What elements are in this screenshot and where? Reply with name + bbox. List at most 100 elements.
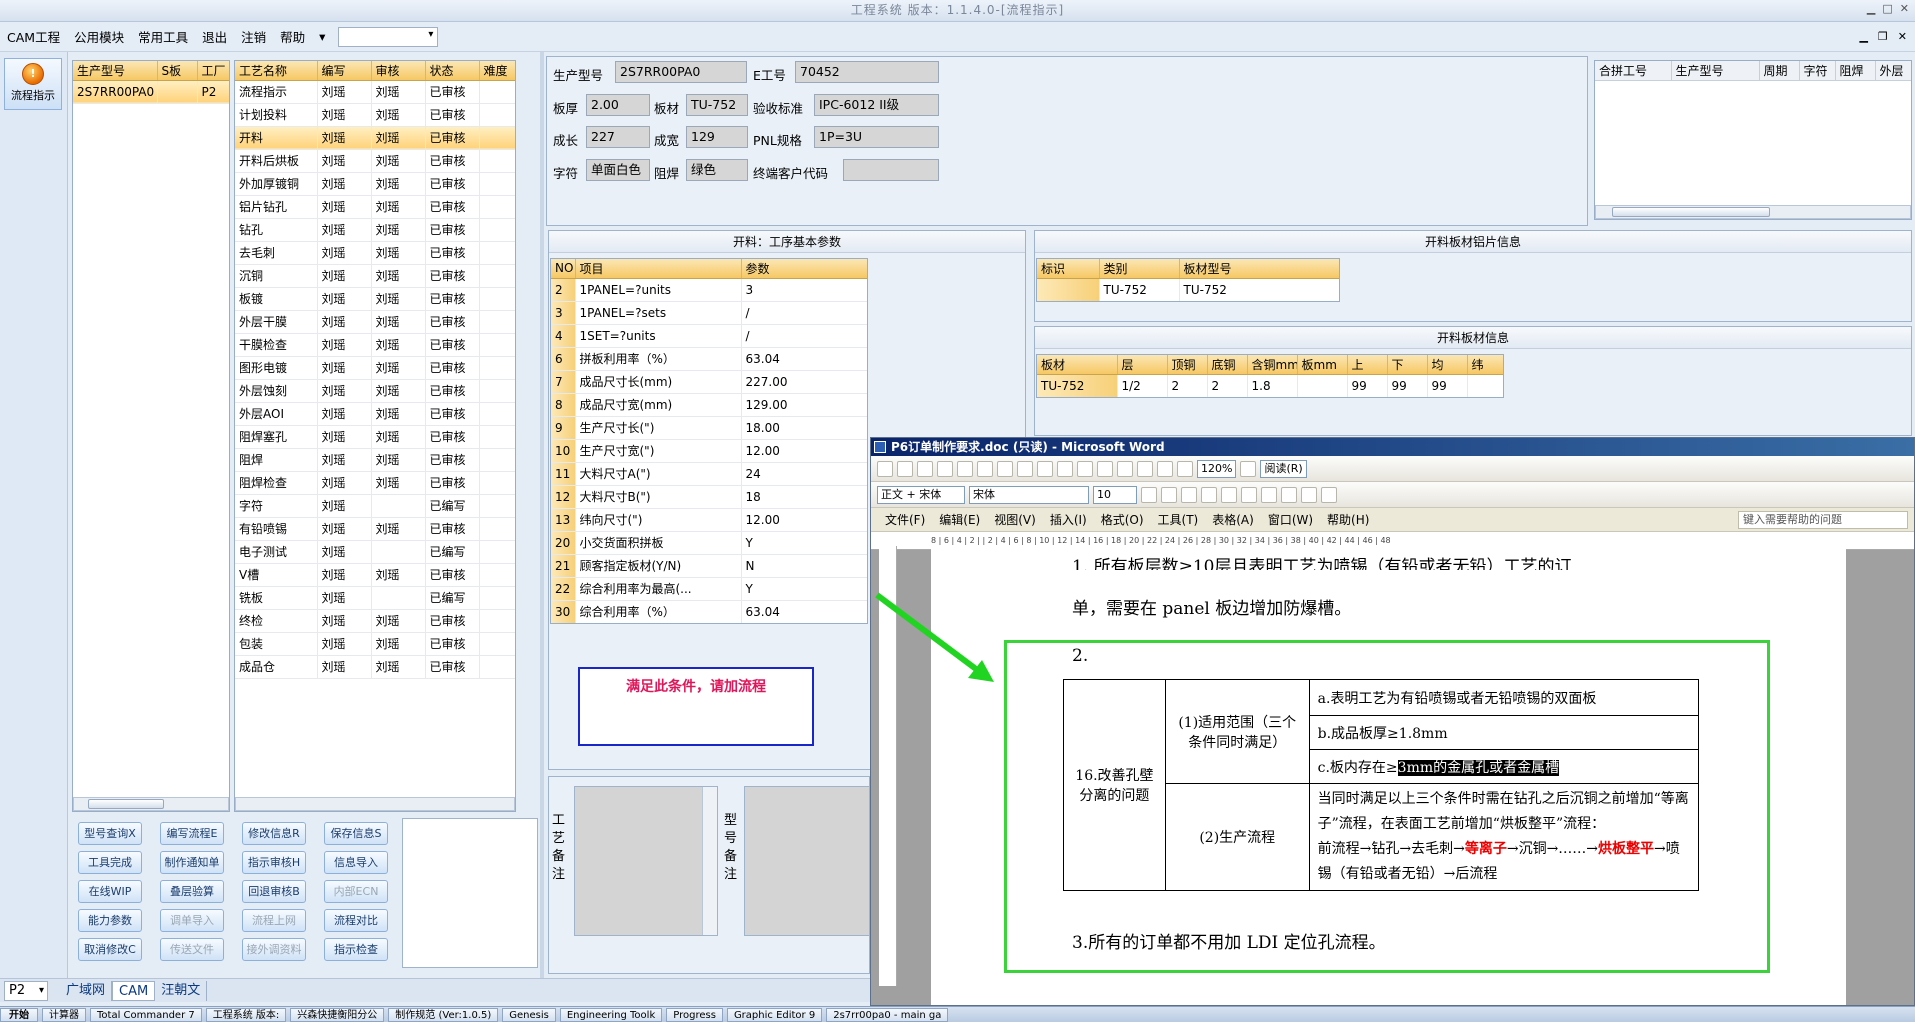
status-tab-cam[interactable]: CAM [112, 980, 156, 1001]
action-button-6[interactable]: 指示审核H [242, 851, 306, 874]
sheet-col-1[interactable]: 类别 [1099, 259, 1180, 279]
new-doc-icon[interactable] [877, 460, 893, 477]
table-row[interactable]: 去毛刺 刘瑶 刘瑶 已审核 [235, 241, 515, 265]
params-col-item[interactable]: 项目 [575, 259, 742, 279]
process-remark-box[interactable] [574, 786, 718, 936]
menu-tools[interactable]: 常用工具 [131, 27, 195, 46]
mask-field[interactable]: 绿色 [686, 159, 748, 181]
menu-cam[interactable]: CAM工程 [0, 27, 67, 46]
table-row[interactable]: 12 大料尺寸B(") 18 [551, 485, 867, 509]
table-row[interactable]: 图形电镀 刘瑶 刘瑶 已审核 [235, 356, 515, 380]
width-field[interactable]: 129 [686, 126, 748, 148]
table-row[interactable]: 11 大料尺寸A(") 24 [551, 462, 867, 486]
sheet-col-2[interactable]: 板材型号 [1179, 259, 1339, 279]
table-row[interactable]: 7 成品尺寸长(mm) 227.00 [551, 370, 867, 394]
table-row[interactable]: V槽 刘瑶 刘瑶 已审核 [235, 563, 515, 587]
menu-exit[interactable]: 退出 [195, 27, 234, 46]
table-row[interactable]: TU-752 TU-752 [1037, 278, 1339, 301]
standard-field[interactable]: IPC-6012 II级 [814, 94, 939, 116]
status-combo[interactable]: P2 [4, 980, 48, 1001]
merge-col-0[interactable]: 合拼工号 [1595, 61, 1672, 81]
maximize-icon[interactable]: □ [1882, 2, 1892, 15]
table-row[interactable]: 3 1PANEL=?sets / [551, 301, 867, 325]
params-col-value[interactable]: 参数 [741, 259, 867, 279]
word-menu-edit[interactable]: 编辑(E) [939, 511, 980, 528]
open-icon[interactable] [897, 460, 913, 477]
save-icon[interactable] [917, 460, 933, 477]
action-button-18[interactable]: 接外调资料 [242, 938, 306, 961]
action-button-2[interactable]: 修改信息R [242, 822, 306, 845]
table-row[interactable]: 开料 刘瑶 刘瑶 已审核 [235, 126, 515, 150]
taskbar-item-5[interactable]: Genesis [502, 1007, 556, 1022]
table-row[interactable]: 钻孔 刘瑶 刘瑶 已审核 [235, 218, 515, 242]
print-icon[interactable] [957, 460, 973, 477]
part-grid-hscroll[interactable] [73, 797, 229, 811]
word-menu-help[interactable]: 帮助(H) [1327, 511, 1369, 528]
paste-icon[interactable] [1057, 460, 1073, 477]
table-row[interactable]: 22 综合利用率为最高(... Y [551, 577, 867, 601]
underline-icon[interactable] [1181, 486, 1197, 503]
action-button-11[interactable]: 内部ECN [324, 880, 388, 903]
spell-icon[interactable] [997, 460, 1013, 477]
action-button-15[interactable]: 流程对比 [324, 909, 388, 932]
taskbar-item-1[interactable]: Total Commander 7 [90, 1007, 202, 1022]
board-col-0[interactable]: 板材 [1037, 355, 1118, 375]
menu-logout[interactable]: 注销 [234, 27, 273, 46]
board-col-4[interactable]: 含铜mm [1247, 355, 1298, 375]
merge-grid[interactable]: 合拼工号 生产型号 周期 字符 阻焊 外层 [1594, 60, 1912, 220]
status-tab-user[interactable]: 汪朝文 [155, 980, 208, 1001]
table-row[interactable]: 2 1PANEL=?units 3 [551, 278, 867, 302]
taskbar-item-3[interactable]: 兴森快捷衡阳分公 [290, 1007, 385, 1022]
word-menu-view[interactable]: 视图(V) [994, 511, 1036, 528]
word-help-search[interactable]: 键入需要帮助的问题 [1738, 510, 1908, 529]
menu-dropdown-arrow[interactable]: ▾ [312, 29, 332, 44]
merge-col-3[interactable]: 字符 [1799, 61, 1836, 81]
table-row[interactable]: 外层AOI 刘瑶 刘瑶 已审核 [235, 402, 515, 426]
status-tab-wan[interactable]: 广域网 [60, 980, 113, 1001]
action-button-3[interactable]: 保存信息S [324, 822, 388, 845]
preview-icon[interactable] [977, 460, 993, 477]
table-row[interactable]: 外加厚镀铜 刘瑶 刘瑶 已审核 [235, 172, 515, 196]
merge-col-2[interactable]: 周期 [1759, 61, 1800, 81]
taskbar-item-7[interactable]: Progress [666, 1007, 723, 1022]
menu-combo[interactable] [338, 26, 439, 47]
help-icon[interactable] [1240, 460, 1257, 477]
part-no-field[interactable]: 2S7RR00PA0 [615, 61, 747, 83]
merge-col-5[interactable]: 外层 [1875, 61, 1911, 81]
part-col-factory[interactable]: 工厂 [197, 61, 229, 81]
table-row[interactable]: 有铅喷锡 刘瑶 刘瑶 已审核 [235, 517, 515, 541]
table-row[interactable]: 流程指示 刘瑶 刘瑶 已审核 [235, 80, 515, 104]
align-left-icon[interactable] [1201, 486, 1217, 503]
table-row[interactable]: 4 1SET=?units / [551, 324, 867, 348]
table-row[interactable]: 2S7RR00PA0 P2 [73, 80, 229, 104]
word-menu-window[interactable]: 窗口(W) [1268, 511, 1313, 528]
menu-help[interactable]: 帮助 [273, 27, 312, 46]
board-col-8[interactable]: 均 [1427, 355, 1468, 375]
part-col-model[interactable]: 生产型号 [73, 61, 158, 81]
proc-col-difficulty[interactable]: 难度 [479, 61, 515, 81]
e-no-field[interactable]: 70452 [795, 61, 939, 83]
process-remark-scroll[interactable] [702, 787, 717, 935]
scroll-thumb[interactable] [1612, 207, 1770, 217]
table-row[interactable]: 字符 刘瑶 已编写 [235, 494, 515, 518]
proc-col-status[interactable]: 状态 [425, 61, 480, 81]
mdi-minimize-icon[interactable]: ▁ [1859, 30, 1867, 43]
table-row[interactable]: 开料后烘板 刘瑶 刘瑶 已审核 [235, 149, 515, 173]
board-col-5[interactable]: 板mm [1297, 355, 1348, 375]
read-mode-button[interactable]: 阅读(R) [1260, 459, 1307, 478]
bold-icon[interactable] [1141, 486, 1157, 503]
merge-col-1[interactable]: 生产型号 [1671, 61, 1760, 81]
style-select[interactable]: 正文 + 宋体 [877, 485, 965, 504]
action-button-5[interactable]: 制作通知单 [160, 851, 224, 874]
word-menu-format[interactable]: 格式(O) [1101, 511, 1144, 528]
process-grid[interactable]: 工艺名称 编写 审核 状态 难度 流程指示 刘瑶 刘瑶 已审核 计划投料 刘瑶 刘瑶 已审核开… [234, 60, 516, 812]
table-row[interactable]: 铝片钻孔 刘瑶 刘瑶 已审核 [235, 195, 515, 219]
size-select[interactable]: 10 [1093, 485, 1137, 504]
action-button-13[interactable]: 调单导入 [160, 909, 224, 932]
table-icon[interactable] [1137, 460, 1153, 477]
align-center-icon[interactable] [1221, 486, 1237, 503]
font-color-icon[interactable] [1321, 486, 1337, 503]
word-menu-file[interactable]: 文件(F) [885, 511, 925, 528]
table-row[interactable]: 阻焊检查 刘瑶 刘瑶 已审核 [235, 471, 515, 495]
board-col-7[interactable]: 下 [1387, 355, 1428, 375]
